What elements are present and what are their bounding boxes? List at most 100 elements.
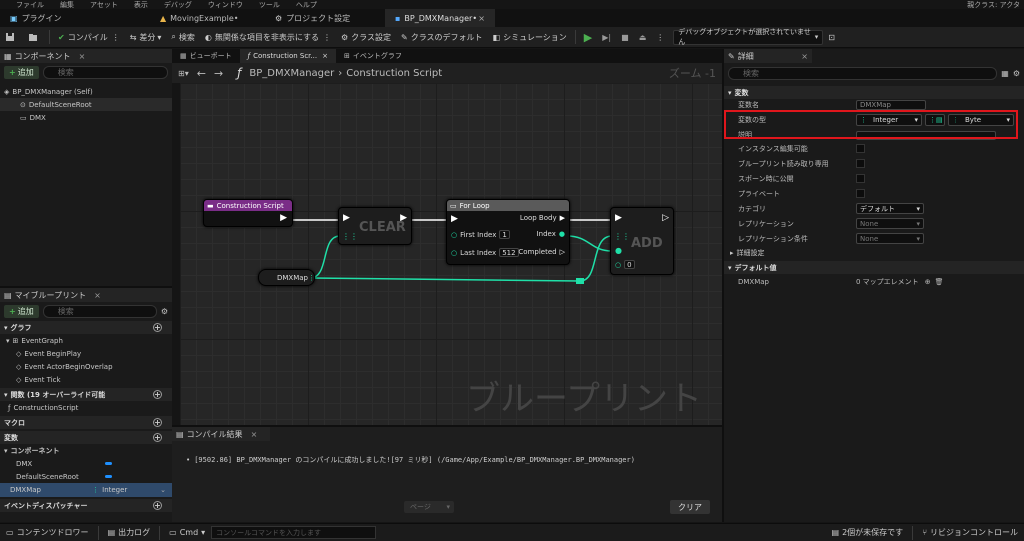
add-component-button[interactable]: + 追加 — [4, 66, 39, 79]
class-defaults-button[interactable]: ✎ クラスのデフォルト — [396, 27, 488, 48]
for-loop-node[interactable]: ▭ For Loop ▶ ○ First Index 1 ○ Last Index 512… — [446, 199, 570, 265]
debug-select-button[interactable]: ⊡ — [823, 27, 840, 48]
exec-in-pin[interactable]: ▶ — [451, 214, 458, 224]
map-out-pin[interactable]: ⋮ — [308, 274, 315, 282]
completed-pin[interactable]: Completed ▷ — [518, 248, 565, 256]
map-in-pin[interactable]: ⋮⋮ — [342, 232, 358, 241]
tab-plugins[interactable]: ▣ プラグイン — [0, 9, 150, 27]
hide-unrelated-button[interactable]: ◐ 無関係な項目を非表示にする ⋮ — [200, 27, 336, 48]
add-element-icon[interactable]: ⊕ — [925, 278, 931, 286]
add-graph-icon[interactable]: + — [153, 323, 162, 332]
section-graphs[interactable]: ▾ グラフ + — [0, 321, 172, 334]
components-category[interactable]: ▾ コンポーネント — [0, 444, 172, 457]
cmd-dropdown[interactable]: ▭ Cmd ▾ — [163, 528, 211, 537]
variable-dmx[interactable]: DMX — [0, 457, 172, 470]
page-dropdown[interactable]: ページ ▾ — [404, 501, 454, 513]
tab-event-graph[interactable]: ⊞ イベントグラフ — [336, 49, 410, 63]
eject-button[interactable]: ⏏ — [634, 27, 652, 48]
exec-out-pin[interactable]: ▷ — [662, 213, 669, 223]
clear-node[interactable]: ▶ ▶ ⋮⋮ CLEAR — [338, 207, 412, 245]
tab-viewport[interactable]: ▦ ビューポート — [172, 49, 240, 63]
revision-control-button[interactable]: ⑂ リビジョンコントロール — [916, 527, 1024, 538]
browse-button[interactable] — [23, 27, 46, 48]
debug-object-dropdown[interactable]: デバッグオブジェクトが選択されていません ▾ — [673, 28, 824, 46]
gear-icon[interactable]: ⚙ — [161, 307, 168, 316]
grid-view-icon[interactable]: ▦ — [1001, 69, 1009, 78]
component-dmx[interactable]: ▭ DMX — [0, 111, 172, 124]
variable-name-input[interactable]: DMXMap — [856, 100, 926, 110]
back-arrow-icon[interactable]: ← — [197, 67, 206, 80]
category-dropdown[interactable]: デフォルト ▾ — [856, 203, 924, 214]
exec-out-pin[interactable]: ▶ — [280, 213, 287, 223]
close-icon[interactable]: × — [94, 291, 101, 300]
dmxmap-getter-node[interactable]: DMXMap ⋮ — [258, 269, 315, 286]
first-index-value[interactable]: 1 — [499, 230, 510, 239]
stop-button[interactable]: ■ — [616, 27, 634, 48]
gear-icon[interactable]: ⚙ — [1013, 69, 1020, 78]
component-root[interactable]: ◈ BP_DMXManager (Self) — [0, 85, 172, 98]
unsaved-button[interactable]: ▤ 2個が未保存です — [826, 527, 910, 538]
simulation-button[interactable]: ◧ シミュレーション — [488, 27, 572, 48]
content-drawer-button[interactable]: ▭ コンテンツドロワー — [0, 527, 95, 538]
event-begin-play[interactable]: ◇ Event BeginPlay — [0, 347, 172, 360]
console-command-input[interactable]: コンソールコマンドを入力します — [211, 526, 377, 539]
exec-in-pin[interactable]: ▶ — [343, 213, 350, 223]
section-functions[interactable]: ▾ 関数 (19 オーバーライド可能 + — [0, 388, 172, 401]
close-icon[interactable]: × — [478, 14, 485, 23]
close-icon[interactable]: × — [322, 52, 328, 60]
output-log-button[interactable]: ▤ 出力ログ — [102, 527, 157, 538]
section-variable[interactable]: ▾ 変数 — [724, 86, 1024, 99]
last-index-value[interactable]: 512 — [499, 248, 519, 257]
add-function-icon[interactable]: + — [153, 390, 162, 399]
more-icon[interactable]: ⋮ — [112, 33, 120, 42]
advanced-expander[interactable]: ▸ 詳細設定 — [724, 246, 1024, 259]
tab-bp-dmxmanager[interactable]: ▪ BP_DMXManager• × — [385, 9, 495, 27]
trash-icon[interactable]: 🗑 — [935, 278, 944, 286]
construction-script-item[interactable]: ƒ ConstructionScript — [0, 401, 172, 414]
instance-editable-checkbox[interactable] — [856, 144, 865, 153]
event-actor-begin-overlap[interactable]: ◇ Event ActorBeginOverlap — [0, 360, 172, 373]
component-default-scene-root[interactable]: ⊙ DefaultSceneRoot — [0, 98, 172, 111]
save-button[interactable] — [0, 27, 23, 48]
diff-button[interactable]: ⇆ 差分 ▾ — [125, 27, 167, 48]
map-in-pin[interactable]: ⋮⋮ — [614, 232, 630, 241]
breadcrumb-blueprint[interactable]: BP_DMXManager — [249, 68, 334, 79]
variable-default-scene-root[interactable]: DefaultSceneRoot — [0, 470, 172, 483]
compile-button[interactable]: ✔ コンパイル ⋮ — [53, 27, 125, 48]
class-settings-button[interactable]: ⚙ クラス設定 — [336, 27, 396, 48]
rep-condition-dropdown[interactable]: None ▾ — [856, 233, 924, 244]
clear-button[interactable]: クリア — [670, 500, 710, 514]
variable-dmxmap[interactable]: DMXMap ⋮ Integer ⌄ — [0, 483, 172, 497]
close-icon[interactable]: × — [79, 52, 86, 61]
find-button[interactable]: ⌕ 検索 — [166, 27, 199, 48]
play-button[interactable]: ▶ — [579, 27, 597, 48]
event-tick[interactable]: ◇ Event Tick — [0, 373, 172, 386]
section-default-value[interactable]: ▾ デフォルト値 — [724, 261, 1024, 274]
first-index-pin[interactable]: ○ First Index 1 — [451, 230, 510, 239]
my-blueprint-search-input[interactable]: 検索 — [42, 305, 157, 318]
event-graph-item[interactable]: ▾ ⊞ EventGraph — [0, 334, 172, 347]
tab-construction-script[interactable]: ƒ Construction Scr... × — [239, 49, 336, 63]
section-variables[interactable]: 変数 + — [0, 431, 172, 444]
bp-readonly-checkbox[interactable] — [856, 159, 865, 168]
more-options-button[interactable]: ⋮ — [651, 27, 669, 48]
private-checkbox[interactable] — [856, 189, 865, 198]
last-index-pin[interactable]: ○ Last Index 512 — [451, 248, 519, 257]
tab-project-settings[interactable]: ⚙ プロジェクト設定 — [265, 9, 385, 27]
section-macros[interactable]: マクロ + — [0, 416, 172, 429]
add-node[interactable]: ▶ ▷ ⋮⋮ ● ○ 0 ADD — [610, 207, 674, 275]
more-icon[interactable]: ⋮ — [323, 33, 331, 42]
construction-script-node[interactable]: ▬ Construction Script ▶ — [203, 199, 293, 227]
tab-moving-example[interactable]: ▲ MovingExample• — [150, 9, 265, 27]
components-search-input[interactable]: 検索 — [42, 66, 168, 79]
graph-menu-icon[interactable]: ⊞▾ — [178, 69, 189, 78]
replication-dropdown[interactable]: None ▾ — [856, 218, 924, 229]
forward-arrow-icon[interactable]: → — [214, 67, 223, 80]
loop-body-pin[interactable]: Loop Body ▶ — [520, 214, 565, 222]
add-variable-icon[interactable]: + — [153, 433, 162, 442]
section-event-dispatchers[interactable]: イベントディスパッチャー + — [0, 499, 172, 512]
exec-in-pin[interactable]: ▶ — [615, 213, 622, 223]
details-search-input[interactable]: 検索 — [728, 67, 998, 80]
value-input[interactable]: 0 — [624, 260, 635, 269]
close-icon[interactable]: × — [801, 52, 808, 61]
